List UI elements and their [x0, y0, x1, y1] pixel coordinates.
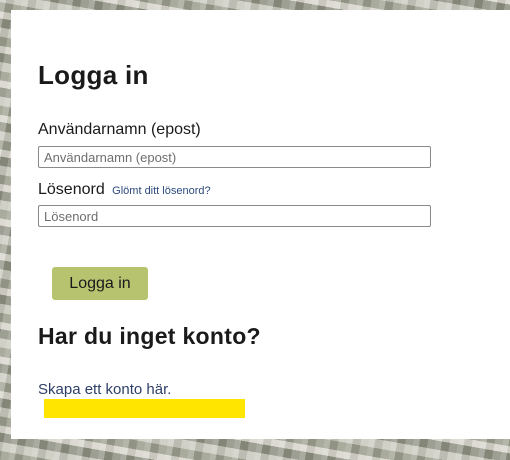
- password-input[interactable]: [38, 205, 431, 227]
- login-title: Logga in: [38, 60, 149, 90]
- create-account-link[interactable]: Skapa ett konto här.: [38, 381, 171, 398]
- username-label: Användarnamn (epost): [38, 121, 201, 138]
- yellow-highlight-mark: [44, 399, 245, 418]
- forgot-password-link[interactable]: Glömt ditt lösenord?: [112, 185, 210, 197]
- username-input[interactable]: [38, 146, 431, 168]
- password-label-row: Lösenord Glömt ditt lösenord?: [38, 181, 211, 199]
- password-label: Lösenord: [38, 181, 105, 198]
- signup-title: Har du inget konto?: [38, 323, 261, 349]
- login-panel: Logga in Användarnamn (epost) Lösenord G…: [11, 10, 510, 439]
- login-button[interactable]: Logga in: [52, 267, 148, 300]
